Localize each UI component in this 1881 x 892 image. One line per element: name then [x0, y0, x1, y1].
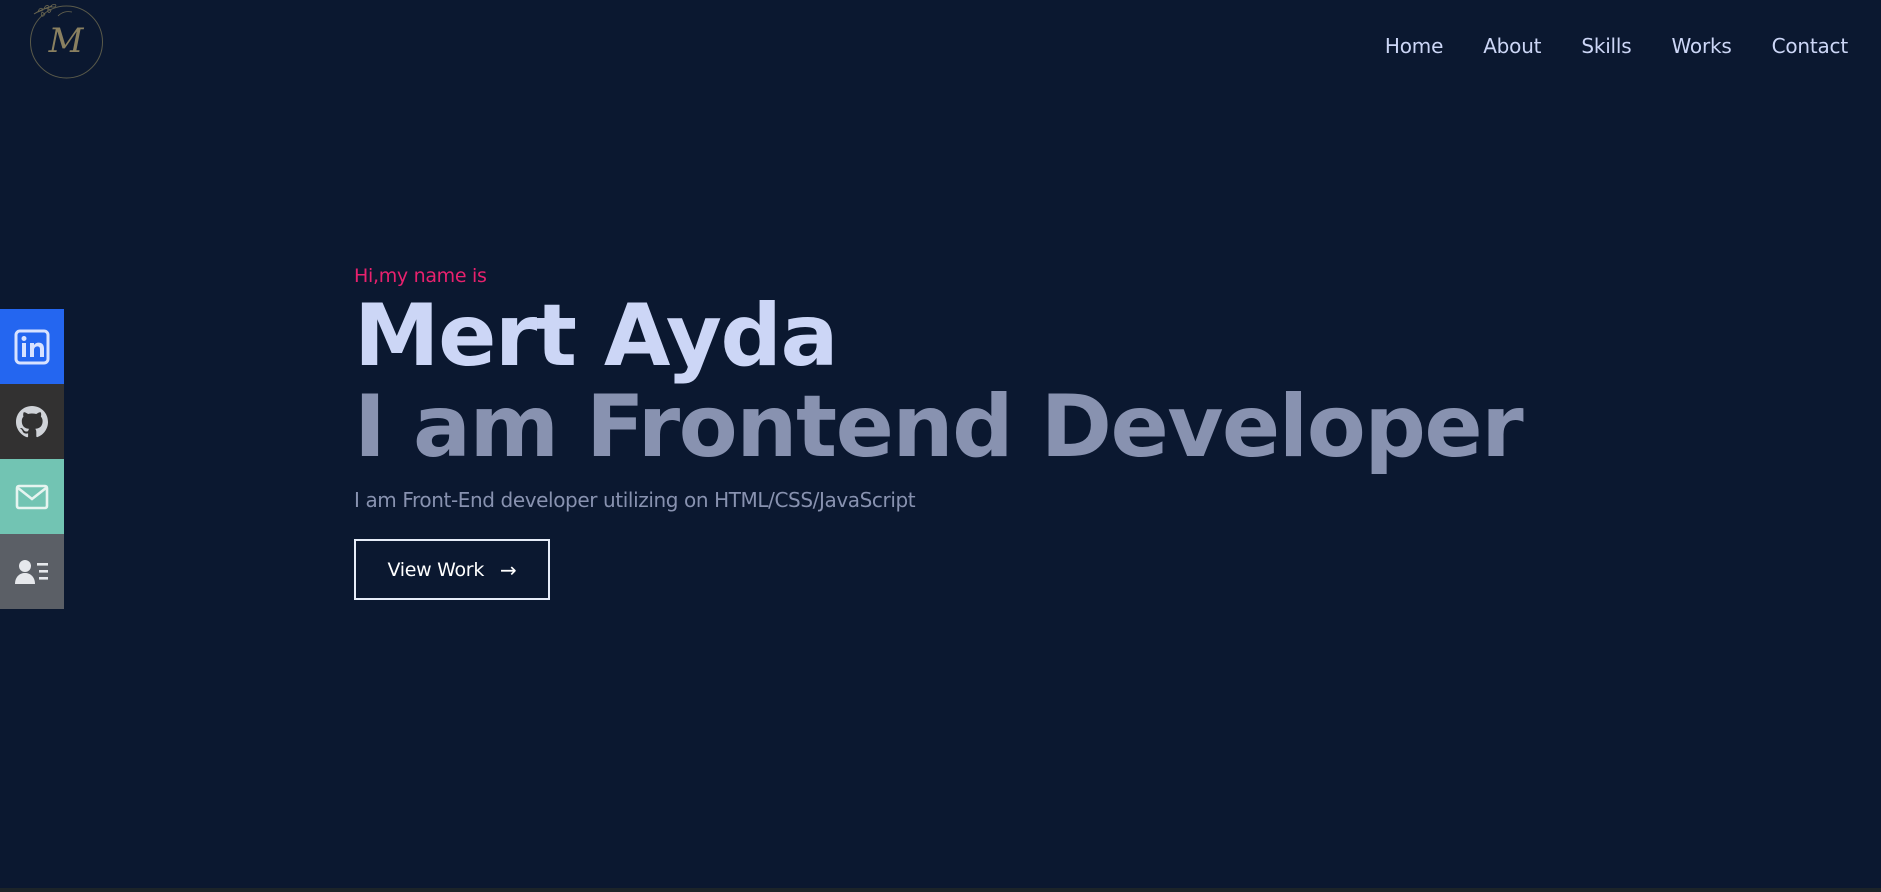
github-icon — [16, 405, 48, 437]
view-work-label: View Work — [387, 558, 485, 581]
main-nav: Home About Skills Works Contact — [1345, 33, 1848, 59]
hero-section: Hi,my name is Mert Ayda I am Frontend De… — [354, 263, 1524, 600]
arrow-right-icon: → — [500, 557, 517, 582]
nav-home-link[interactable]: Home — [1385, 33, 1443, 59]
nav-skills-link[interactable]: Skills — [1581, 33, 1631, 59]
mail-button[interactable] — [0, 459, 64, 534]
view-work-button[interactable]: View Work → — [354, 539, 550, 600]
nav-contact-link[interactable]: Contact — [1772, 33, 1849, 59]
linkedin-icon — [14, 329, 50, 364]
mail-icon — [15, 484, 49, 509]
page: M Home About Skills Works Contact Hi,my … — [0, 0, 1881, 892]
github-button[interactable] — [0, 384, 64, 459]
linkedin-button[interactable] — [0, 309, 64, 384]
hero-description: I am Front-End developer utilizing on HT… — [354, 488, 916, 512]
logo[interactable]: M — [28, 2, 105, 79]
nav-works-link[interactable]: Works — [1672, 33, 1732, 59]
social-sidebar — [0, 309, 64, 609]
logo-monogram-icon: M — [30, 3, 103, 79]
hero-role: I am Frontend Developer — [354, 377, 1524, 477]
cv-button[interactable] — [0, 534, 64, 609]
cv-icon — [15, 559, 48, 584]
bottom-divider — [0, 888, 1881, 892]
nav-about-link[interactable]: About — [1483, 33, 1541, 59]
hero-name: Mert Ayda — [354, 286, 839, 386]
svg-text:M: M — [48, 21, 85, 61]
